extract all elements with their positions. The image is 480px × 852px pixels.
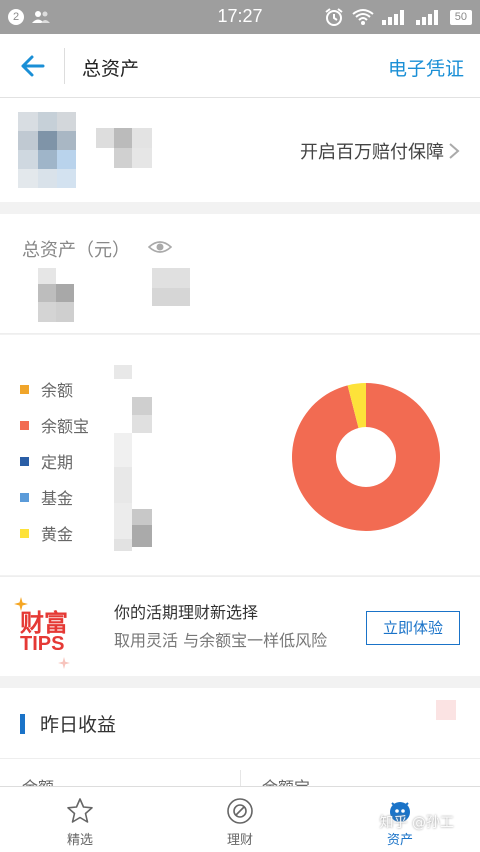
pixelated-block [436, 700, 456, 720]
legend-item: 定期 [20, 443, 89, 479]
legend-swatch [20, 528, 29, 538]
nav-divider [64, 48, 65, 84]
section-accent-bar [20, 714, 25, 734]
legend-values-pixelated [114, 365, 154, 551]
legend-swatch [20, 384, 29, 394]
guarantee-link[interactable]: 开启百万赔付保障 [300, 138, 444, 164]
tips-subtitle: 取用灵活 与余额宝一样低风险 [114, 631, 328, 650]
legend-item: 余额宝 [20, 407, 89, 443]
legend-label: 余额 [41, 381, 74, 400]
e-certificate-link[interactable]: 电子凭证 [388, 54, 464, 81]
eye-icon[interactable] [148, 238, 172, 256]
chevron-right-icon [449, 143, 460, 159]
yesterday-income-card: 昨日收益 余额 余额宝 [0, 688, 480, 797]
legend-item: 余额 [20, 371, 89, 407]
page-title: 总资产 [82, 58, 140, 80]
wifi-icon [352, 9, 374, 25]
legend-label: 余额宝 [41, 417, 90, 436]
signal-icon-2 [415, 10, 438, 25]
legend-label: 黄金 [41, 525, 74, 544]
legend-swatch [20, 492, 29, 502]
yesterday-income-title: 昨日收益 [40, 714, 117, 736]
legend-swatch [20, 456, 29, 466]
legend-label: 基金 [41, 489, 74, 508]
chart-legend: 余额 余额宝 定期 基金 黄金 [20, 371, 89, 551]
try-now-button[interactable]: 立即体验 [366, 611, 460, 645]
account-name-pixelated [96, 128, 152, 168]
tab-finance[interactable]: 理财 [160, 787, 320, 852]
wealth-tips-banner[interactable]: 财富 TIPS 你的活期理财新选择 取用灵活 与余额宝一样低风险 立即体验 [0, 576, 480, 676]
tab-featured[interactable]: 精选 [0, 787, 160, 852]
total-assets-card: 总资产（元） [0, 214, 480, 334]
star-icon [67, 798, 93, 823]
watermark: 知乎 @孙工 [379, 815, 454, 831]
nav-bar: 总资产 电子凭证 [0, 34, 480, 98]
tab-label: 精选 [66, 833, 93, 848]
tips-title: 你的活期理财新选择 [114, 603, 259, 622]
total-assets-label: 总资产（元） [22, 240, 130, 261]
total-assets-value-pixelated [38, 268, 190, 322]
wealth-tips-logo: 财富 TIPS [14, 595, 94, 669]
avatar [18, 112, 76, 188]
legend-item: 基金 [20, 479, 89, 515]
legend-swatch [20, 420, 29, 430]
legend-item: 黄金 [20, 515, 89, 551]
back-arrow-icon[interactable] [18, 52, 46, 80]
asset-distribution: 余额 余额宝 定期 基金 黄金 [0, 335, 480, 575]
sparkle-icon [58, 657, 70, 669]
finance-icon [227, 798, 253, 824]
divider [0, 758, 480, 759]
status-bar: 2 17:27 50 [0, 0, 480, 34]
signal-icon [381, 10, 404, 25]
alarm-icon [325, 8, 343, 26]
asset-donut-chart [292, 383, 440, 531]
tab-label: 理财 [226, 833, 253, 848]
battery-level: 50 [449, 9, 472, 25]
account-header[interactable]: 开启百万赔付保障 [0, 98, 480, 202]
sparkle-icon [14, 597, 28, 611]
logo-line2: TIPS [20, 633, 65, 655]
legend-label: 定期 [41, 453, 74, 472]
